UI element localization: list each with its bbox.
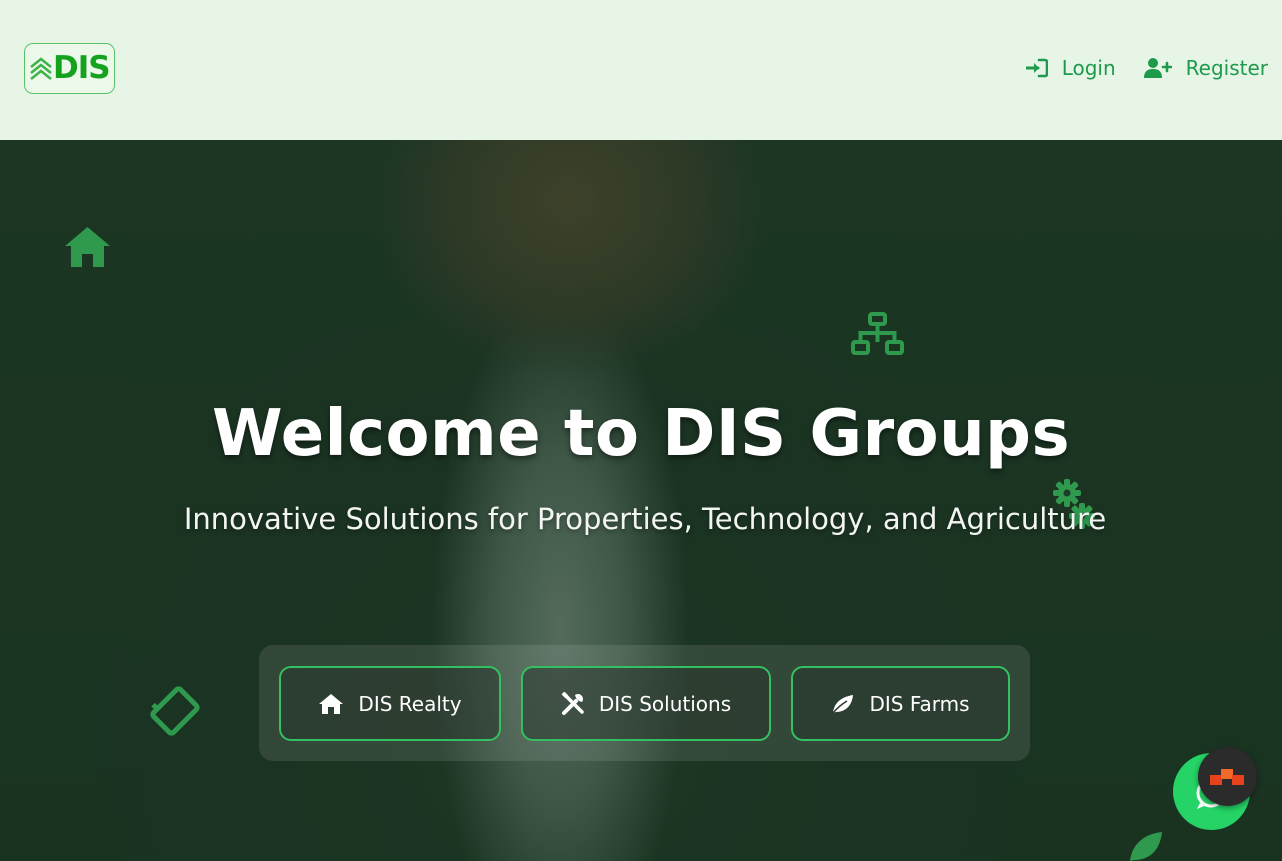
hero-subtitle: Innovative Solutions for Properties, Tec… [183,502,1107,536]
tools-icon [561,691,584,715]
home-icon [319,693,344,714]
dis-farms-label: DIS Farms [869,691,970,716]
register-link[interactable]: Register [1143,56,1268,80]
site-header: DIS Login Register [0,0,1282,140]
division-buttons-panel: DIS Realty DIS Solutions DIS Farms [259,645,1030,761]
leaf-icon [1130,832,1162,861]
top-nav: Login Register [1025,56,1268,80]
dis-solutions-label: DIS Solutions [598,691,732,716]
dis-realty-label: DIS Realty [358,691,462,716]
network-icon [851,312,904,355]
logo[interactable]: DIS [24,43,115,94]
login-link[interactable]: Login [1025,56,1116,80]
chevron-up-logo-icon [30,56,52,80]
dis-farms-button[interactable]: DIS Farms [791,666,1010,741]
tag-icon [150,686,200,736]
chat-widget-icon [1209,768,1244,785]
sign-in-icon [1025,58,1048,78]
chat-widget-button[interactable] [1198,747,1257,806]
hero-title: Welcome to DIS Groups [211,397,1071,471]
login-label: Login [1061,56,1116,80]
dis-solutions-button[interactable]: DIS Solutions [521,666,771,741]
user-plus-icon [1143,58,1172,78]
logo-text: DIS [53,50,111,86]
register-label: Register [1185,56,1268,80]
home-icon [65,227,110,267]
dis-realty-button[interactable]: DIS Realty [279,666,501,741]
hero-section: Welcome to DIS Groups Innovative Solutio… [0,140,1282,861]
leaf-icon [832,694,854,714]
